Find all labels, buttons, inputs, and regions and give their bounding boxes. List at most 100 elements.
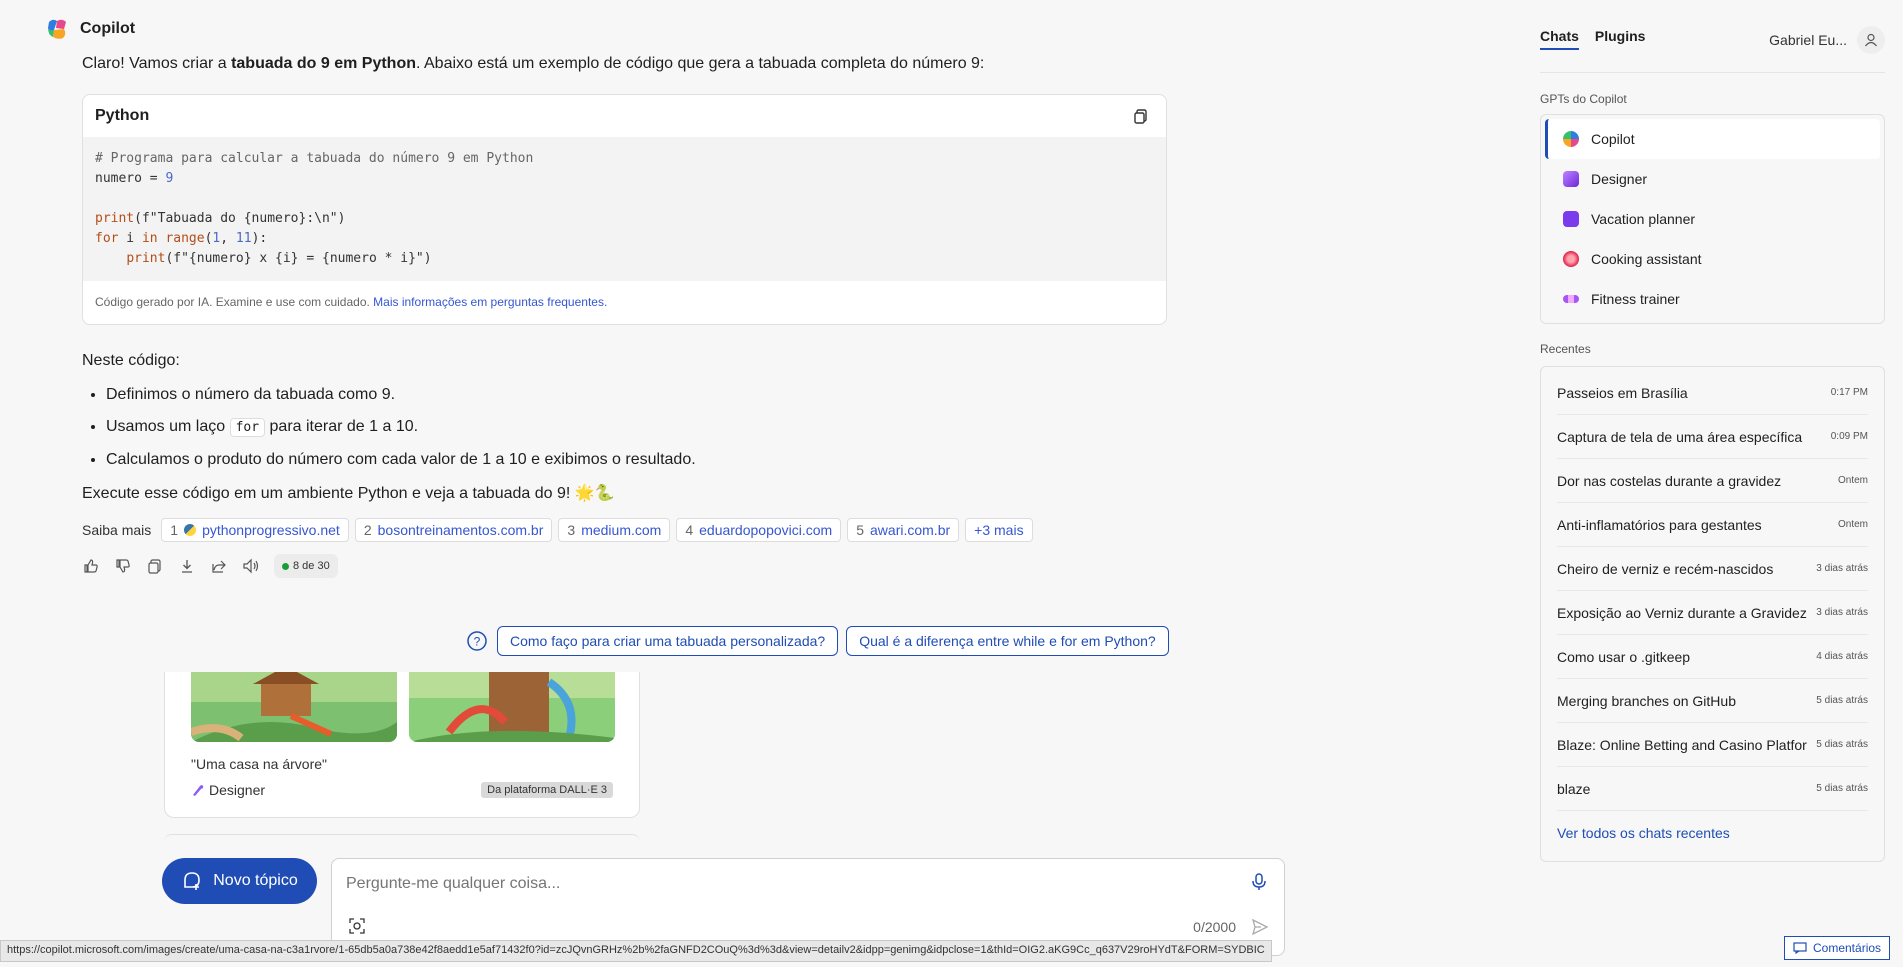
designer-icon [193,785,204,796]
source-number: 3 [567,522,576,538]
chat-title: Dor nas costelas durante a gravidez [1557,472,1782,489]
send-button[interactable] [1250,917,1270,937]
message-actions: 8 de 30 [82,554,1172,578]
code-token: (f"Tabuada do {numero}:\n") [134,211,346,226]
code-token: print [126,251,166,266]
tab-chats[interactable]: Chats [1540,28,1579,50]
code-token: , [220,231,236,246]
suggestion-chip[interactable]: Qual é a diferença entre while e for em … [846,626,1169,656]
designer-attribution: Designer [191,782,265,798]
gpt-item-copilot[interactable]: Copilot [1545,119,1880,159]
gpt-item-cooking-assistant[interactable]: Cooking assistant [1545,239,1880,279]
faq-link[interactable]: Mais informações em perguntas frequentes… [373,295,607,309]
download-button[interactable] [178,557,196,575]
recent-chat-item[interactable]: Exposição ao Verniz durante a Gravidez 3 … [1557,591,1868,635]
chat-time: 4 dias atrás [1816,651,1868,662]
like-button[interactable] [82,557,100,575]
code-content: # Programa para calcular a tabuada do nú… [83,137,1166,281]
chat-title: Captura de tela de uma área específica [1557,428,1803,445]
code-token: i [118,231,142,246]
code-token: print [95,211,135,226]
chat-time: 5 dias atrás [1816,783,1868,794]
new-topic-button[interactable]: Novo tópico [162,858,317,904]
response-counter: 8 de 30 [274,554,338,578]
designer-icon [1563,171,1579,187]
counter-text: 8 de 30 [293,560,330,572]
recent-chat-item[interactable]: Como usar o .gitkeep 4 dias atrás [1557,635,1868,679]
bot-name: Copilot [80,20,136,37]
chat-title: blaze [1557,780,1591,797]
source-number: 4 [685,522,694,538]
recents-section-label: Recentes [1540,342,1591,356]
list-item: Definimos o número da tabuada como 9. [106,383,1172,407]
chat-title: Blaze: Online Betting and Casino Platfor… [1557,736,1807,753]
image-thumbnail[interactable] [191,672,397,742]
code-token: in [141,231,158,246]
recent-chat-item[interactable]: Blaze: Online Betting and Casino Platfor… [1557,723,1868,767]
recent-chat-item[interactable]: Cheiro de verniz e recém-nascidos 3 dias … [1557,547,1868,591]
intro-bold: tabuada do 9 em Python [231,55,416,72]
source-site: medium.com [581,522,662,538]
thumbs-down-icon [116,559,130,573]
user-icon [1865,33,1877,47]
code-header: Python [83,95,1166,137]
source-site: eduardopopovici.com [699,522,833,538]
intro-text-end: . Abaixo está um exemplo de código que g… [416,55,985,72]
download-icon [182,560,192,573]
chat-time: 0:17 PM [1830,387,1868,398]
suggestion-chip[interactable]: Como faço para criar uma tabuada persona… [497,626,839,656]
copy-message-button[interactable] [146,557,164,575]
microphone-button[interactable] [1248,871,1270,893]
source-link[interactable]: 1 pythonprogressivo.net [161,518,349,542]
more-sources-button[interactable]: +3 mais [965,518,1033,542]
chat-title: Exposição ao Verniz durante a Gravidez [1557,604,1807,621]
list-item: Usamos um laço for para iterar de 1 a 10… [106,415,1172,440]
gpt-item-fitness-trainer[interactable]: Fitness trainer [1545,279,1880,319]
image-thumbnail[interactable] [409,672,615,742]
code-footer: Código gerado por IA. Examine e use com … [83,281,1166,324]
user-menu[interactable]: Gabriel Eu... [1769,26,1885,54]
microphone-icon [1252,873,1266,890]
dislike-button[interactable] [114,557,132,575]
chat-time: 3 dias atrás [1816,607,1868,618]
chat-title: Cheiro de verniz e recém-nascidos [1557,560,1774,577]
recent-chat-item[interactable]: Dor nas costelas durante a gravidez Ontem [1557,459,1868,503]
source-link[interactable]: 5 awari.com.br [847,518,960,542]
copy-code-button[interactable] [1130,105,1152,127]
see-all-chats-link[interactable]: Ver todos os chats recentes [1557,811,1868,855]
read-aloud-button[interactable] [242,557,260,575]
gpt-item-designer[interactable]: Designer [1545,159,1880,199]
chat-time: 5 dias atrás [1816,695,1868,706]
designer-label: Designer [209,782,266,798]
tab-plugins[interactable]: Plugins [1595,28,1646,48]
recent-chat-item[interactable]: Captura de tela de uma área específica 0:… [1557,415,1868,459]
chat-title: Como usar o .gitkeep [1557,648,1691,665]
source-number: 5 [856,522,865,538]
code-token: (f"{numero} x {i} = {numero * i}") [165,251,432,266]
recent-chat-item[interactable]: Merging branches on GitHub 5 dias atrás [1557,679,1868,723]
chat-input[interactable] [346,871,1226,897]
list-text: Usamos um laço [106,418,230,435]
recent-chat-item[interactable]: blaze 5 dias atrás [1557,767,1868,811]
gpt-label: Vacation planner [1591,211,1696,227]
answer-intro: Claro! Vamos criar a tabuada do 9 em Pyt… [82,52,1172,76]
code-disclaimer: Código gerado por IA. Examine e use com … [95,295,374,309]
send-icon [1251,918,1269,936]
source-link[interactable]: 4 eduardopopovici.com [676,518,842,542]
suggestions: ? Como faço para criar uma tabuada perso… [465,626,1169,656]
sidebar-header: Chats Plugins Gabriel Eu... [1540,26,1885,54]
source-link[interactable]: 2 bosontreinamentos.com.br [354,518,553,542]
source-link[interactable]: 3 medium.com [558,518,671,542]
gpt-item-vacation-planner[interactable]: Vacation planner [1545,199,1880,239]
explain-list: Definimos o número da tabuada como 9. Us… [82,383,1172,472]
chat-title: Merging branches on GitHub [1557,692,1736,709]
share-button[interactable] [210,557,228,575]
source-number: 1 [170,522,179,538]
gpt-label: Fitness trainer [1591,291,1680,307]
recent-chat-item[interactable]: Anti-inflamatórios para gestantes Ontem [1557,503,1868,547]
image-search-button[interactable] [346,915,368,937]
speaker-icon [243,558,259,574]
recent-chat-item[interactable]: Passeios em Brasília 0:17 PM [1557,371,1868,415]
code-block: Python # Programa para calcular a tabuad… [82,94,1167,325]
